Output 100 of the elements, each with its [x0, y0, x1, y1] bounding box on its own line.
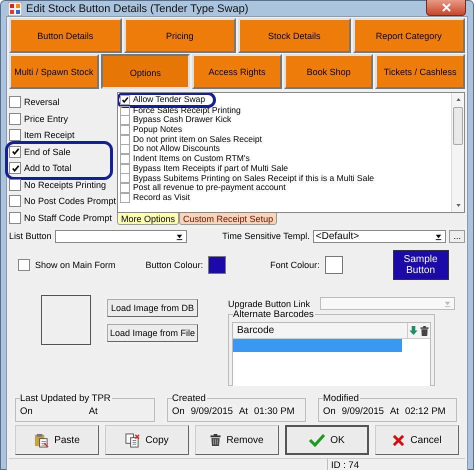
colour-swatch[interactable] [324, 256, 343, 274]
cross-icon [392, 434, 406, 446]
tab[interactable]: Custom Receipt Setup [179, 213, 278, 225]
tab[interactable]: Tickets / Cashless [375, 54, 465, 89]
tab[interactable]: Options [100, 54, 190, 89]
group-title: Modified [323, 393, 360, 404]
delete-button[interactable] [419, 323, 430, 338]
checkbox[interactable] [120, 164, 130, 174]
list-button-dropdown[interactable] [54, 230, 188, 242]
checkbox-label: Bypass Cash Drawer Kick [133, 115, 232, 126]
trash-icon [210, 433, 222, 447]
field-label: Button Colour: [146, 260, 204, 270]
checkbox[interactable] [9, 212, 21, 224]
close-button[interactable] [426, 0, 466, 16]
checkbox-label: End of Sale [24, 146, 71, 157]
copy-icon [125, 432, 140, 448]
checkbox[interactable] [120, 183, 130, 194]
at-label: At [390, 406, 399, 417]
trash-icon [420, 324, 429, 336]
colour-swatch[interactable] [208, 256, 226, 274]
checkbox[interactable] [9, 129, 21, 142]
field-label: List Button [9, 231, 52, 241]
close-icon [442, 3, 450, 12]
tab[interactable]: Button Details [9, 18, 122, 53]
checkbox[interactable] [9, 178, 21, 191]
dropdown-arrow-icon [175, 232, 184, 240]
checkbox[interactable] [18, 259, 30, 271]
tab[interactable]: Report Category [352, 18, 465, 53]
checkbox-label: Price Entry [24, 114, 68, 124]
checkbox-label: Record as Visit [133, 192, 190, 203]
checkbox-label: Post all revenue to pre-payment account [133, 183, 286, 193]
checkbox-label: No Receipts Printing [24, 180, 106, 190]
checkbox-label: Popup Notes [133, 125, 182, 135]
template-dropdown[interactable]: <Default> [312, 230, 446, 242]
checkbox-label: Indent Items on Custom RTM's [133, 154, 250, 164]
checkbox-label: Do not Allow Discounts [133, 144, 220, 154]
checkbox[interactable] [120, 106, 130, 116]
group-title: Created [172, 393, 207, 404]
tab[interactable]: More Options [117, 213, 180, 225]
date-value: 9/09/2015 [190, 406, 233, 417]
dropdown-arrow-icon [434, 232, 444, 240]
checkbox-label: No Staff Code Prompt [24, 212, 112, 223]
tab[interactable]: Pricing [124, 18, 236, 53]
checkbox-label: Show on Main Form [35, 260, 116, 270]
checkbox[interactable] [9, 195, 21, 208]
load-image-button[interactable]: Load Image from DB [107, 299, 198, 317]
sample-button[interactable]: Sample Button [392, 250, 449, 280]
date-value: 9/09/2015 [342, 406, 384, 417]
checkbox[interactable] [120, 192, 130, 203]
checkbox-label: Add to Total [24, 163, 72, 174]
checkbox-label: Bypass Subitems Printing on Sales Receipt if this is a Multi Sale [133, 174, 374, 184]
at-label: At [238, 406, 248, 417]
tab[interactable]: Book Shop [284, 54, 374, 89]
scroll-down-icon[interactable] [454, 202, 462, 209]
time-value: 01:30 PM [254, 406, 295, 417]
time-value: 02:12 PM [404, 406, 446, 417]
field-label: Font Colour: [270, 260, 320, 270]
tab[interactable]: Stock Details [238, 18, 350, 53]
checkbox-label: Item Receipt [24, 130, 75, 140]
checkbox-label: No Post Codes Prompt [24, 196, 116, 206]
clipboard-icon [34, 432, 50, 448]
cancel-button[interactable]: Cancel [375, 425, 459, 455]
scroll-up-icon[interactable] [454, 96, 462, 103]
arrow-down-icon [409, 325, 418, 336]
checkbox-label: Reversal [24, 97, 60, 108]
group-title: Alternate Barcodes [233, 309, 315, 320]
dropdown-arrow-icon [443, 299, 452, 308]
tab[interactable]: Multi / Spawn Stock [9, 54, 99, 89]
checkbox[interactable] [120, 173, 130, 184]
checkbox[interactable] [120, 154, 130, 164]
on-label: On [20, 406, 33, 417]
field-label: Time Sensitive Templ. [222, 231, 310, 241]
checkbox[interactable] [9, 112, 21, 125]
ok-button[interactable]: OK [285, 425, 369, 455]
browse-button[interactable]: ... [449, 230, 465, 242]
record-id: ID : 74 [327, 459, 395, 470]
checkbox[interactable] [120, 134, 130, 145]
load-image-button[interactable]: Load Image from File [107, 324, 198, 342]
checkbox-label: Do not print item on Sales Receipt [133, 134, 262, 144]
add-row-button[interactable] [408, 323, 419, 338]
check-icon [309, 433, 326, 447]
group-title: Last Updated by TPR [20, 393, 112, 404]
checkbox[interactable] [120, 115, 130, 126]
column-header: Barcode [233, 323, 408, 338]
paste-button[interactable]: Paste [15, 425, 99, 455]
field-label: Upgrade Button Link [228, 298, 310, 308]
on-label: On [323, 406, 336, 417]
remove-button[interactable]: Remove [195, 425, 279, 455]
scrollbar[interactable] [451, 93, 464, 212]
tab[interactable]: Access Rights [192, 54, 282, 89]
image-preview [41, 295, 91, 345]
checkbox[interactable] [9, 146, 21, 158]
checkbox[interactable] [120, 144, 130, 154]
checkbox[interactable] [120, 124, 130, 135]
checkbox-label: Bypass Item Receipts if part of Multi Sale [133, 164, 288, 174]
checkbox[interactable] [9, 96, 21, 108]
checkbox[interactable] [9, 162, 21, 174]
checkbox[interactable] [120, 94, 130, 105]
copy-button[interactable]: Copy [105, 425, 189, 455]
checkbox-label: Allow Tender Swap [133, 95, 206, 105]
